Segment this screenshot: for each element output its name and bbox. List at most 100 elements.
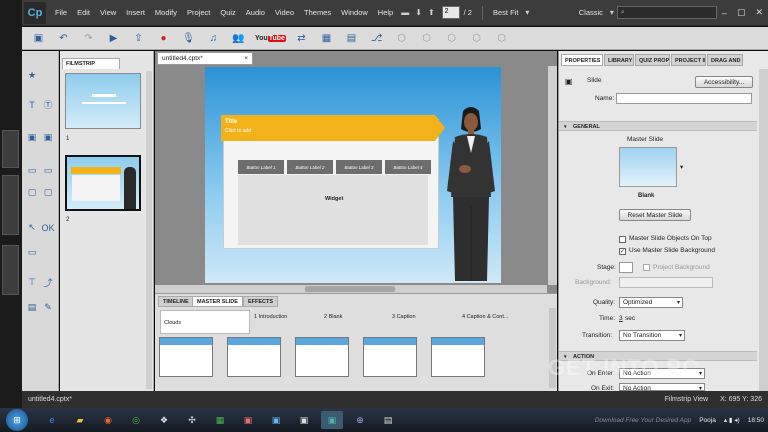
tab-quiz-properties[interactable]: QUIZ PROP <box>635 54 670 66</box>
menu-help[interactable]: Help <box>373 8 398 17</box>
on-exit-select[interactable]: No Action <box>619 383 705 391</box>
redo-icon[interactable]: ↷ <box>80 30 97 46</box>
menu-edit[interactable]: Edit <box>72 8 95 17</box>
workspace-select[interactable]: Classic <box>575 8 607 17</box>
rectangle-icon[interactable]: ▭ <box>25 164 39 177</box>
menu-window[interactable]: Window <box>336 8 373 17</box>
explorer-icon[interactable]: ▰ <box>69 411 91 429</box>
app-icon[interactable]: ▣ <box>237 411 259 429</box>
app-icon[interactable]: ▤ <box>377 411 399 429</box>
master-thumbnail[interactable] <box>363 337 417 377</box>
project-bg-checkbox[interactable] <box>643 264 650 271</box>
distribute-icon[interactable]: ⬡ <box>468 30 485 46</box>
tray-icons[interactable]: ▴ ▮ ◂) <box>720 416 744 424</box>
text-animation-icon[interactable]: Ⓣ <box>41 98 55 111</box>
menu-modify[interactable]: Modify <box>150 8 182 17</box>
save-icon[interactable]: ▣ <box>30 30 47 46</box>
app-icon[interactable]: ❖ <box>153 411 175 429</box>
master-theme-cell[interactable]: Clouds <box>160 310 250 334</box>
excel-icon[interactable]: ▦ <box>209 411 231 429</box>
menu-view[interactable]: View <box>95 8 121 17</box>
presenter-character[interactable] <box>441 105 501 281</box>
tab-library[interactable]: LIBRARY <box>604 54 634 66</box>
undo-icon[interactable]: ↶ <box>55 30 72 46</box>
stage-horizontal-scrollbar[interactable] <box>155 285 547 293</box>
general-section-header[interactable]: GENERAL <box>559 121 757 131</box>
current-slide-input[interactable]: 2 <box>441 6 460 19</box>
slide-canvas[interactable]: Title Click to add Button Label 1 Button… <box>205 67 501 283</box>
document-tab[interactable]: untitled4.cptx* × <box>157 52 253 65</box>
master-thumbnail[interactable] <box>227 337 281 377</box>
connector-icon[interactable]: ⤴ <box>41 276 55 289</box>
ok-button-icon[interactable]: OK <box>41 221 55 234</box>
menu-video[interactable]: Video <box>270 8 299 17</box>
microphone-icon[interactable]: 🎙 <box>180 30 197 46</box>
highlight-icon[interactable]: ▢ <box>41 186 55 199</box>
chrome-icon[interactable]: ◎ <box>125 411 147 429</box>
rollover-icon[interactable]: ▭ <box>41 164 55 177</box>
time-value[interactable]: 3 <box>619 315 623 322</box>
app-icon[interactable]: ⊕ <box>349 411 371 429</box>
app-icon[interactable]: ▣ <box>293 411 315 429</box>
animation-icon[interactable]: ✎ <box>41 301 55 314</box>
menu-file[interactable]: File <box>50 8 72 17</box>
use-master-bg-checkbox[interactable]: ✓ <box>619 248 626 255</box>
search-input[interactable]: ⌕ <box>616 6 717 19</box>
menu-insert[interactable]: Insert <box>121 8 150 17</box>
box-icon[interactable]: ▢ <box>25 186 39 199</box>
slide-button-2[interactable]: Button Label 2 <box>287 160 333 174</box>
app-icon[interactable]: ▣ <box>265 411 287 429</box>
slide-thumbnail[interactable] <box>65 73 141 129</box>
master-slide-preview[interactable] <box>619 147 677 187</box>
slide-title[interactable]: Title <box>225 119 237 125</box>
users-icon[interactable]: 👥 <box>230 30 247 46</box>
transition-select[interactable]: No Transition <box>619 330 685 341</box>
filmstrip-tab[interactable]: FILMSTRIP <box>62 58 120 69</box>
minimize-icon[interactable]: – <box>717 8 732 18</box>
publish-icon[interactable]: ⇪ <box>130 30 147 46</box>
resize-icon[interactable]: ⬡ <box>493 30 510 46</box>
image-icon[interactable]: ▣ <box>25 131 39 144</box>
menu-themes[interactable]: Themes <box>299 8 336 17</box>
branching-icon[interactable]: ⎇ <box>368 30 385 46</box>
widget-placeholder[interactable] <box>238 175 428 245</box>
tab-timeline[interactable]: TIMELINE <box>158 296 194 307</box>
scroll-thumb[interactable] <box>305 286 395 292</box>
chevron-down-icon[interactable]: ▾ <box>522 8 532 17</box>
chevron-down-icon[interactable]: ▾ <box>607 8 617 17</box>
master-thumbnail[interactable] <box>295 337 349 377</box>
table-icon[interactable]: ▦ <box>318 30 335 46</box>
ie-icon[interactable]: e <box>41 411 63 429</box>
slide-button-4[interactable]: Button Label 4 <box>385 160 431 174</box>
share-icon[interactable]: ⇄ <box>293 30 310 46</box>
start-button[interactable]: ⊞ <box>6 409 28 431</box>
preview-icon[interactable]: ▬ <box>398 8 412 17</box>
chevron-down-icon[interactable]: ▾ <box>680 163 683 171</box>
text-field-icon[interactable]: ⊤ <box>25 276 39 289</box>
slide-button-3[interactable]: Button Label 3 <box>336 160 382 174</box>
tab-properties[interactable]: PROPERTIES <box>561 54 603 66</box>
align-right-icon[interactable]: ⬡ <box>443 30 460 46</box>
audio-note-icon[interactable]: ♫ <box>205 30 222 46</box>
slide-button-1[interactable]: Button Label 1 <box>238 160 284 174</box>
text-entry-icon[interactable]: ▭ <box>25 246 39 259</box>
captivate-task-icon[interactable]: ▣ <box>321 411 343 429</box>
image-gallery-icon[interactable]: ▣ <box>41 131 55 144</box>
background-input[interactable] <box>619 277 713 288</box>
zoom-select[interactable]: Best Fit <box>489 8 522 17</box>
record-icon[interactable]: ● <box>155 30 172 46</box>
arrow-up-icon[interactable]: ⬆ <box>425 8 438 17</box>
stage-vertical-scrollbar[interactable] <box>548 66 557 285</box>
tab-project-info[interactable]: PROJECT IN <box>671 54 706 66</box>
slide-thumbnail-selected[interactable] <box>65 155 141 211</box>
quality-select[interactable]: Optimized <box>619 297 683 308</box>
name-input[interactable] <box>616 93 752 104</box>
pointer-icon[interactable]: ↖ <box>25 221 39 234</box>
close-icon[interactable]: ✕ <box>750 7 768 18</box>
arrow-down-icon[interactable]: ⬇ <box>412 8 425 17</box>
media-icon[interactable]: ▤ <box>25 301 39 314</box>
tab-effects[interactable]: EFFECTS <box>243 296 279 307</box>
text-caption-icon[interactable]: T <box>25 98 39 111</box>
tab-drag-and-drop[interactable]: DRAG AND <box>707 54 743 66</box>
master-thumbnail[interactable] <box>431 337 485 377</box>
